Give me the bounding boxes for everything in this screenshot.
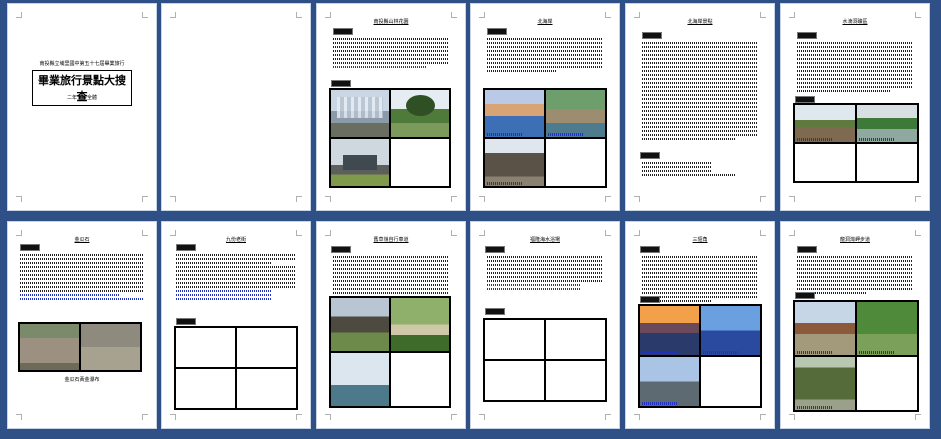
- body-text: [642, 162, 758, 178]
- photo: [80, 323, 141, 371]
- section-label: [485, 308, 505, 315]
- photo: [700, 305, 761, 356]
- photo-empty: [545, 138, 606, 187]
- section-label: [640, 152, 660, 159]
- photo: [794, 356, 856, 411]
- photo-grid: [793, 300, 919, 412]
- photo: [330, 297, 390, 352]
- photo-empty: [856, 356, 918, 411]
- page-thumb-12[interactable]: 龍洞灣岬步道: [780, 221, 930, 429]
- page-thumb-7[interactable]: 金瓜石 金瓜石黃金瀑布: [7, 221, 157, 429]
- photo-empty: [545, 319, 606, 360]
- photo-empty: [484, 360, 545, 401]
- photo: [794, 301, 856, 356]
- photo: [856, 301, 918, 356]
- photo: [330, 138, 390, 187]
- body-text: [333, 38, 449, 70]
- photo-empty: [175, 368, 236, 409]
- body-text: [20, 254, 144, 302]
- photo: [794, 104, 856, 143]
- photo: [19, 323, 80, 371]
- body-text: [176, 254, 296, 302]
- section-label: [331, 80, 351, 87]
- section-label: [795, 292, 815, 299]
- cover-subtitle: 南投縣立埔里國中第五十七屆畢業旅行: [39, 61, 125, 67]
- page-title: 南投縣山林花園: [373, 19, 409, 25]
- photo-empty: [236, 327, 297, 368]
- page-thumb-5[interactable]: 北海岸景點: [625, 3, 775, 211]
- page-title: 水湳洞礦區: [842, 19, 868, 25]
- section-label: [176, 244, 196, 251]
- section-label: [797, 246, 817, 253]
- section-label: [640, 296, 660, 303]
- photo-empty: [390, 352, 450, 407]
- photo: [484, 138, 545, 187]
- page-title: 三貂角: [692, 237, 708, 243]
- photo-empty: [794, 143, 856, 182]
- section-label: [797, 32, 817, 39]
- page-thumb-8[interactable]: 九份老街: [161, 221, 311, 429]
- page-title: 九份老街: [225, 237, 246, 243]
- photo-grid: [329, 88, 451, 188]
- photo: [639, 356, 700, 407]
- photo: [639, 305, 700, 356]
- photo-grid: [174, 326, 298, 410]
- photo-empty: [236, 368, 297, 409]
- page-title: 龍洞灣岬步道: [839, 237, 870, 243]
- body-text: [797, 42, 913, 94]
- section-label: [485, 246, 505, 253]
- page-thumb-10[interactable]: 福隆海水浴場: [470, 221, 620, 429]
- section-label: [20, 244, 40, 251]
- page-thumb-4[interactable]: 北海岸: [470, 3, 620, 211]
- section-label: [642, 32, 662, 39]
- page-thumb-1[interactable]: 南投縣立埔里國中第五十七屆畢業旅行 畢業旅行景點大搜查 二年五班全體: [7, 3, 157, 211]
- photo-empty: [545, 360, 606, 401]
- page-title: 北海岸: [537, 19, 553, 25]
- body-text: [487, 256, 603, 292]
- page-thumb-3[interactable]: 南投縣山林花園: [316, 3, 466, 211]
- section-label: [333, 28, 353, 35]
- photo-grid: [483, 318, 607, 402]
- page-thumbnail-grid: 南投縣立埔里國中第五十七屆畢業旅行 畢業旅行景點大搜查 二年五班全體 南投縣山林…: [0, 0, 941, 439]
- photo-empty: [175, 327, 236, 368]
- photo: [330, 352, 390, 407]
- page-thumb-2[interactable]: [161, 3, 311, 211]
- photo-caption: 金瓜石黃金瀑布: [64, 377, 100, 383]
- body-text: [797, 256, 913, 296]
- section-label: [795, 96, 815, 103]
- page-title: 北海岸景點: [687, 19, 713, 25]
- page-title: 福隆海水浴場: [529, 237, 560, 243]
- body-text: [487, 38, 603, 74]
- photo-empty: [390, 138, 450, 187]
- photo-grid: [18, 322, 142, 372]
- photo-empty: [700, 356, 761, 407]
- page-title: 金瓜石: [74, 237, 90, 243]
- photo: [856, 104, 918, 143]
- page-thumb-11[interactable]: 三貂角: [625, 221, 775, 429]
- photo: [545, 89, 606, 138]
- photo-empty: [484, 319, 545, 360]
- page-thumb-6[interactable]: 水湳洞礦區: [780, 3, 930, 211]
- section-label: [487, 28, 507, 35]
- photo: [390, 297, 450, 352]
- photo-empty: [856, 143, 918, 182]
- photo: [330, 89, 390, 138]
- photo-grid: [793, 103, 919, 183]
- photo-grid: [483, 88, 607, 188]
- section-label: [331, 246, 351, 253]
- photo-grid: [638, 304, 762, 408]
- page-thumb-9[interactable]: 舊草嶺自行車道: [316, 221, 466, 429]
- section-label: [640, 246, 660, 253]
- photo: [390, 89, 450, 138]
- section-label: [176, 318, 196, 325]
- cover-author: 二年五班全體: [66, 95, 97, 101]
- body-text: [333, 256, 449, 300]
- photo: [484, 89, 545, 138]
- body-text: [642, 42, 758, 142]
- photo-grid: [329, 296, 451, 408]
- page-title: 舊草嶺自行車道: [373, 237, 409, 243]
